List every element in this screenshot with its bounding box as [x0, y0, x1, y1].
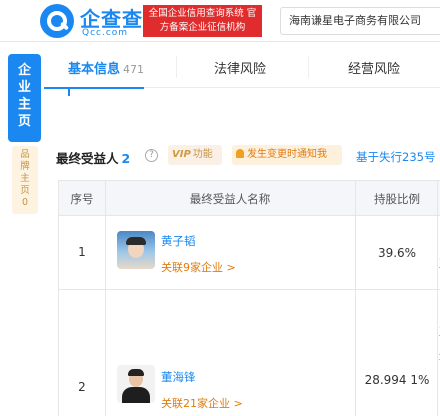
beneficiary-table: 序号 最终受益人名称 持股比例 1 黄子韬 关联9家企业 > 39.6% 目 直…: [58, 180, 440, 416]
side-tab-char: 业: [17, 80, 31, 95]
related-companies-link[interactable]: 关联9家企业 >: [161, 259, 236, 275]
bell-icon: [236, 149, 244, 158]
row-number: 1: [78, 245, 86, 259]
side-tab-char: 牌: [20, 161, 30, 172]
side-tab-brand-home[interactable]: 品 牌 主 页 0: [12, 146, 38, 214]
beneficiary-name[interactable]: 董海锋: [161, 369, 196, 385]
vip-icon: VIP: [172, 149, 191, 160]
section-title: 最终受益人 2: [56, 148, 130, 167]
header-name: 最终受益人名称: [189, 192, 271, 206]
tab-divider: [308, 56, 309, 78]
share-ratio: 28.994 1%: [364, 373, 430, 387]
column-divider: [105, 181, 106, 416]
top-header: 企查查 Qcc.com 全国企业信用查询系统 官方备案企业征信机构 海南谦星电子…: [0, 0, 440, 42]
related-companies-link[interactable]: 关联21家企业 >: [161, 395, 243, 411]
section-count: 2: [121, 151, 131, 166]
avatar[interactable]: [117, 231, 155, 269]
basis-link[interactable]: 基于失行235号: [356, 149, 435, 165]
tab-label: 基本信息: [68, 62, 121, 77]
vip-text: 功能: [192, 149, 213, 160]
side-tab-char: 品: [20, 149, 30, 160]
vip-feature-button[interactable]: VIP 功能: [168, 145, 222, 165]
logo-domain: Qcc.com: [82, 28, 129, 38]
company-search-field[interactable]: 海南谦星电子商务有限公司: [280, 7, 440, 35]
beneficiary-name[interactable]: 黄子韬: [161, 233, 196, 249]
side-tab-char: 企: [17, 63, 31, 78]
section-header: 最终受益人 2 ? VIP 功能 发生变更时通知我 基于失行235号: [44, 142, 440, 170]
side-tab-char: 主: [17, 97, 31, 112]
tab-divider: [176, 56, 177, 78]
side-tab-char: 页: [20, 185, 30, 196]
avatar[interactable]: [117, 365, 155, 403]
help-icon[interactable]: ?: [145, 149, 158, 162]
row-number: 2: [78, 380, 86, 394]
tab-count: 471: [123, 63, 145, 76]
side-tab-count: 0: [21, 197, 29, 208]
tab-business-risk[interactable]: 经营风险: [348, 58, 400, 77]
tab-basic-info[interactable]: 基本信息 471: [68, 58, 144, 77]
notify-on-change-button[interactable]: 发生变更时通知我: [232, 145, 342, 165]
notify-text: 发生变更时通知我: [247, 149, 327, 160]
table-header: 序号 最终受益人名称 持股比例: [59, 181, 440, 216]
section-marker: [68, 88, 76, 96]
qcc-logo-icon[interactable]: [40, 4, 74, 38]
active-tab-indicator: [44, 87, 144, 89]
share-ratio: 39.6%: [377, 246, 417, 260]
side-tab-company-home[interactable]: 企 业 主 页: [8, 54, 41, 142]
row-divider: [59, 289, 440, 290]
header-ratio: 持股比例: [374, 192, 420, 206]
section-title-text: 最终受益人: [56, 151, 119, 166]
side-tab-char: 主: [20, 173, 30, 184]
tab-legal-risk[interactable]: 法律风险: [214, 58, 266, 77]
side-tab-char: 页: [17, 114, 31, 129]
nav-tabs: 基本信息 471 法律风险 经营风险: [44, 48, 440, 88]
header-no: 序号: [70, 192, 94, 206]
official-badge: 全国企业信用查询系统 官方备案企业征信机构: [143, 5, 262, 37]
